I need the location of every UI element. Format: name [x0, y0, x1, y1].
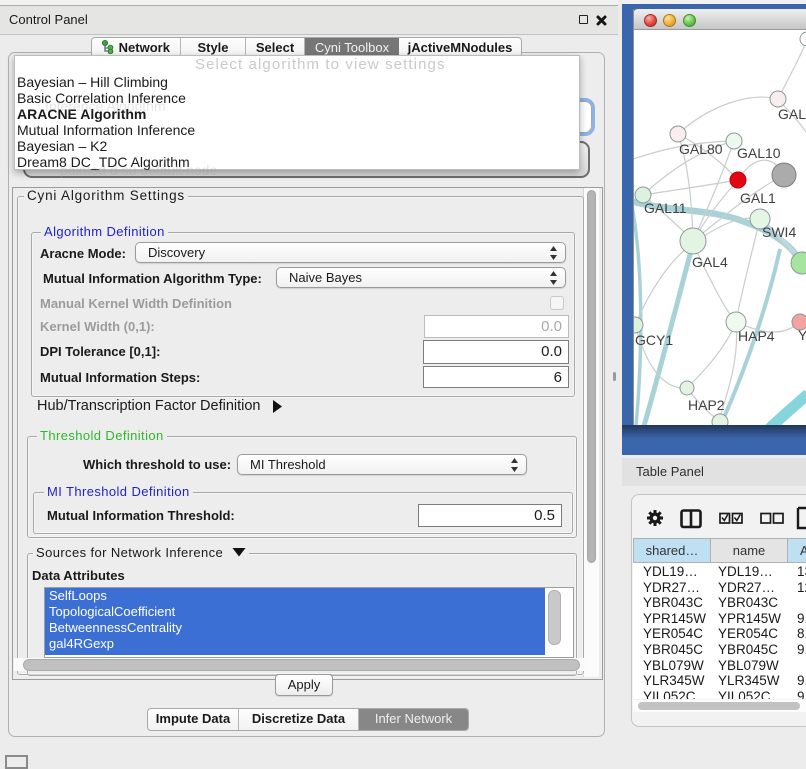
svg-text:GAL80: GAL80: [679, 141, 723, 157]
svg-text:GAL4: GAL4: [692, 254, 728, 270]
svg-text:GCY1: GCY1: [635, 332, 673, 348]
svg-text:GAL1: GAL1: [740, 190, 776, 206]
svg-text:GAL: GAL: [778, 106, 806, 122]
svg-text:SWI4: SWI4: [762, 224, 796, 240]
svg-text:HAP4: HAP4: [738, 328, 775, 344]
svg-text:GAL11: GAL11: [644, 200, 687, 216]
svg-text:HAP2: HAP2: [688, 397, 725, 413]
svg-text:GAL10: GAL10: [737, 145, 781, 161]
svg-text:Y: Y: [798, 327, 806, 343]
